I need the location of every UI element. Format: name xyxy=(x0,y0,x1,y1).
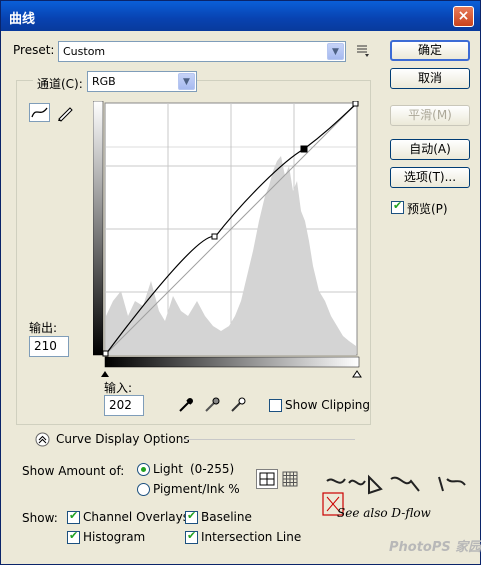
pencil-icon[interactable] xyxy=(55,103,75,122)
show-clipping-checkbox[interactable] xyxy=(269,399,282,412)
detailed-grid-button[interactable] xyxy=(281,470,299,488)
preview-label: 预览(P) xyxy=(407,202,448,216)
channel-select[interactable]: RGB ▼ xyxy=(87,71,197,92)
histogram-label: Histogram xyxy=(83,530,146,544)
preview-checkbox[interactable] xyxy=(391,199,404,214)
curve-point[interactable] xyxy=(352,101,359,107)
curve-point[interactable] xyxy=(102,350,109,357)
display-options-label: Curve Display Options xyxy=(56,432,190,446)
white-eyedropper-icon[interactable] xyxy=(229,396,247,414)
show-clipping-label: Show Clipping xyxy=(285,398,371,412)
curve-graph[interactable] xyxy=(93,101,363,383)
title-bar: 曲线 × xyxy=(1,1,480,31)
light-radio[interactable] xyxy=(137,463,150,476)
input-gradient-bar xyxy=(104,356,360,368)
channel-overlays-label: Channel Overlays xyxy=(83,510,189,524)
curve-point[interactable] xyxy=(211,233,218,240)
show-label: Show: xyxy=(22,511,58,525)
site-watermark: PhotoPS 家园 xyxy=(389,540,481,555)
preset-label: Preset: xyxy=(13,43,55,57)
channel-label: 通道(C): xyxy=(33,75,87,92)
output-gradient-bar xyxy=(93,101,104,356)
light-label: Light xyxy=(153,462,183,476)
curve-tool-button[interactable] xyxy=(29,103,50,122)
channel-overlays-checkbox[interactable] xyxy=(67,509,80,524)
close-button[interactable]: × xyxy=(453,6,474,27)
black-eyedropper-icon[interactable] xyxy=(177,396,195,414)
curves-dialog: 曲线 × Preset: Custom ▼ 确定 取消 平滑(M) 自动(A) … xyxy=(0,0,481,565)
preset-menu-icon[interactable] xyxy=(356,44,370,58)
input-label: 输入: xyxy=(104,381,133,395)
input-field[interactable]: 202 xyxy=(104,395,144,416)
smooth-button[interactable]: 平滑(M) xyxy=(390,105,470,126)
intersection-line-label: Intersection Line xyxy=(201,530,302,544)
pigment-label: Pigment/Ink % xyxy=(153,482,240,496)
black-point-slider[interactable] xyxy=(101,371,109,377)
see-also-text: See also D-flow xyxy=(337,506,431,520)
chevron-down-icon[interactable]: ▼ xyxy=(178,73,195,90)
gray-eyedropper-icon[interactable] xyxy=(203,396,221,414)
simple-grid-button[interactable] xyxy=(256,469,278,489)
curve-point-selected[interactable] xyxy=(300,145,308,153)
output-label: 输出: xyxy=(29,321,58,335)
light-range-label: (0-255) xyxy=(190,462,235,476)
preset-value: Custom xyxy=(63,45,106,58)
show-amount-label: Show Amount of: xyxy=(22,464,125,478)
cancel-button[interactable]: 取消 xyxy=(390,68,470,89)
output-field[interactable]: 210 xyxy=(29,336,69,357)
white-point-slider[interactable] xyxy=(352,370,362,378)
ok-button[interactable]: 确定 xyxy=(390,40,470,61)
histogram-checkbox[interactable] xyxy=(67,529,80,544)
preset-select[interactable]: Custom ▼ xyxy=(58,41,346,62)
collapse-icon[interactable] xyxy=(35,432,50,447)
pigment-radio[interactable] xyxy=(137,483,150,496)
divider xyxy=(183,439,355,440)
window-title: 曲线 xyxy=(9,12,36,27)
options-button[interactable]: 选项(T)... xyxy=(390,167,470,188)
chevron-down-icon[interactable]: ▼ xyxy=(327,43,344,60)
channel-value: RGB xyxy=(92,75,116,88)
baseline-checkbox[interactable] xyxy=(185,509,198,524)
intersection-line-checkbox[interactable] xyxy=(185,529,198,544)
baseline-label: Baseline xyxy=(201,510,252,524)
auto-button[interactable]: 自动(A) xyxy=(390,139,470,160)
